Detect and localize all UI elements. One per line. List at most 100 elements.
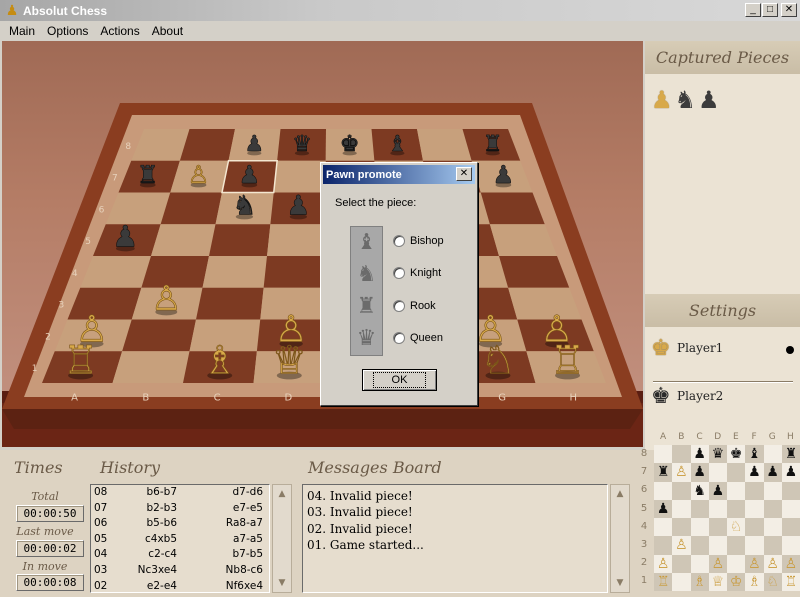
minimize-button[interactable]: _: [745, 3, 761, 17]
mini-square[interactable]: [708, 518, 727, 537]
mini-square[interactable]: ♟: [690, 445, 709, 464]
menu-main[interactable]: Main: [3, 24, 41, 38]
mini-square[interactable]: [763, 499, 782, 518]
history-row[interactable]: 03 Nc3xe4 Nb8-c6: [91, 563, 269, 579]
option-queen[interactable]: Queen: [393, 332, 443, 344]
mini-square[interactable]: ♟: [708, 481, 727, 500]
mini-square[interactable]: [745, 481, 764, 500]
mini-square[interactable]: [781, 518, 800, 537]
mini-square[interactable]: [763, 518, 782, 537]
mini-square[interactable]: ♟: [781, 463, 800, 482]
mini-board[interactable]: ABCDEFGH 87654321 ♟ ♛ ♚ ♝ ♜ ♜ ♙ ♟ ♟ ♟ ♟ ♞ ♟ ♟ ♘ ♙ ♙ ♙ ♙ ♙ ♙ ♖…: [636, 432, 800, 597]
mini-square[interactable]: [727, 536, 746, 555]
history-row[interactable]: 04 c2-c4 b7-b5: [91, 547, 269, 563]
mini-square[interactable]: ♝: [745, 445, 764, 464]
dialog-close-button[interactable]: ✕: [456, 167, 472, 181]
mini-square[interactable]: [654, 536, 673, 555]
rook-radio[interactable]: [393, 300, 405, 312]
mini-square[interactable]: [672, 572, 691, 591]
option-bishop[interactable]: Bishop: [393, 235, 444, 247]
mini-square[interactable]: [708, 536, 727, 555]
mini-square[interactable]: ♜: [781, 445, 800, 464]
history-row[interactable]: 08 b6-b7 d7-d6: [91, 485, 269, 501]
bishop-radio[interactable]: [393, 235, 405, 247]
mini-square[interactable]: [763, 445, 782, 464]
mini-square[interactable]: ♖: [781, 572, 800, 591]
history-row[interactable]: 07 b2-b3 e7-e5: [91, 501, 269, 517]
history-row[interactable]: 02 e2-e4 Nf6xe4: [91, 579, 269, 592]
mini-square[interactable]: [745, 518, 764, 537]
mini-square[interactable]: ♙: [672, 536, 691, 555]
scroll-up-icon[interactable]: ▲: [273, 485, 291, 503]
menu-options[interactable]: Options: [41, 24, 94, 38]
mini-square[interactable]: [708, 463, 727, 482]
mini-square[interactable]: [690, 518, 709, 537]
menu-actions[interactable]: Actions: [94, 24, 145, 38]
mini-square[interactable]: ♙: [763, 554, 782, 573]
messages-list[interactable]: 04. Invalid piece! 03. Invalid piece! 02…: [302, 484, 608, 593]
ok-button[interactable]: OK: [362, 369, 437, 391]
messages-scrollbar[interactable]: ▲ ▼: [610, 484, 630, 593]
mini-square[interactable]: ♚: [727, 445, 746, 464]
mini-board-grid[interactable]: ♟ ♛ ♚ ♝ ♜ ♜ ♙ ♟ ♟ ♟ ♟ ♞ ♟ ♟ ♘ ♙ ♙ ♙ ♙ ♙ ♙ ♖ ♗ ♕ ♔ ♗ ♘ ♖: [654, 445, 800, 591]
mini-square[interactable]: ♙: [708, 554, 727, 573]
scroll-down-icon[interactable]: ▼: [611, 574, 629, 592]
mini-square[interactable]: ♟: [690, 463, 709, 482]
mini-square[interactable]: [763, 481, 782, 500]
mini-square[interactable]: [727, 554, 746, 573]
scroll-up-icon[interactable]: ▲: [611, 485, 629, 503]
mini-square[interactable]: ♜: [654, 463, 673, 482]
mini-square[interactable]: [727, 499, 746, 518]
mini-square[interactable]: [745, 536, 764, 555]
mini-square[interactable]: ♖: [654, 572, 673, 591]
maximize-button[interactable]: □: [762, 3, 778, 17]
queen-radio[interactable]: [393, 332, 405, 344]
mini-square[interactable]: [763, 536, 782, 555]
history-list[interactable]: 08 b6-b7 d7-d6 07 b2-b3 e7-e5 06 b5-b6 Ra8-a7 …: [90, 484, 270, 593]
player2-row[interactable]: ♚ Player2: [645, 385, 800, 425]
mini-square[interactable]: ♗: [690, 572, 709, 591]
mini-square[interactable]: [781, 499, 800, 518]
mini-square[interactable]: [672, 481, 691, 500]
mini-square[interactable]: ♛: [708, 445, 727, 464]
mini-square[interactable]: ♟: [763, 463, 782, 482]
mini-square[interactable]: [781, 536, 800, 555]
mini-square[interactable]: [654, 445, 673, 464]
mini-square[interactable]: [672, 499, 691, 518]
history-row[interactable]: 06 b5-b6 Ra8-a7: [91, 516, 269, 532]
mini-square[interactable]: [727, 463, 746, 482]
mini-square[interactable]: ♘: [727, 518, 746, 537]
mini-square[interactable]: [727, 481, 746, 500]
mini-square[interactable]: ♙: [654, 554, 673, 573]
scroll-down-icon[interactable]: ▼: [273, 574, 291, 592]
mini-square[interactable]: [690, 536, 709, 555]
mini-square[interactable]: [654, 518, 673, 537]
menu-about[interactable]: About: [146, 24, 189, 38]
history-scrollbar[interactable]: ▲ ▼: [272, 484, 292, 593]
mini-square[interactable]: ♙: [745, 554, 764, 573]
mini-square[interactable]: [672, 518, 691, 537]
mini-square[interactable]: ♔: [727, 572, 746, 591]
mini-square[interactable]: [672, 554, 691, 573]
close-button[interactable]: ✕: [781, 3, 797, 17]
mini-square[interactable]: [690, 554, 709, 573]
mini-square[interactable]: ♟: [654, 499, 673, 518]
mini-square[interactable]: ♟: [745, 463, 764, 482]
mini-square[interactable]: ♘: [763, 572, 782, 591]
mini-square[interactable]: [708, 499, 727, 518]
option-knight[interactable]: Knight: [393, 267, 441, 279]
mini-square[interactable]: ♗: [745, 572, 764, 591]
history-row[interactable]: 05 c4xb5 a7-a5: [91, 532, 269, 548]
mini-square[interactable]: [654, 481, 673, 500]
mini-square[interactable]: ♙: [672, 463, 691, 482]
mini-square[interactable]: [672, 445, 691, 464]
player1-row[interactable]: ♚ Player1: [645, 337, 800, 377]
mini-square[interactable]: [690, 499, 709, 518]
knight-radio[interactable]: [393, 267, 405, 279]
mini-square[interactable]: [781, 481, 800, 500]
mini-square[interactable]: [745, 499, 764, 518]
mini-square[interactable]: ♙: [781, 554, 800, 573]
mini-square[interactable]: ♞: [690, 481, 709, 500]
option-rook[interactable]: Rook: [393, 300, 436, 312]
mini-square[interactable]: ♕: [708, 572, 727, 591]
